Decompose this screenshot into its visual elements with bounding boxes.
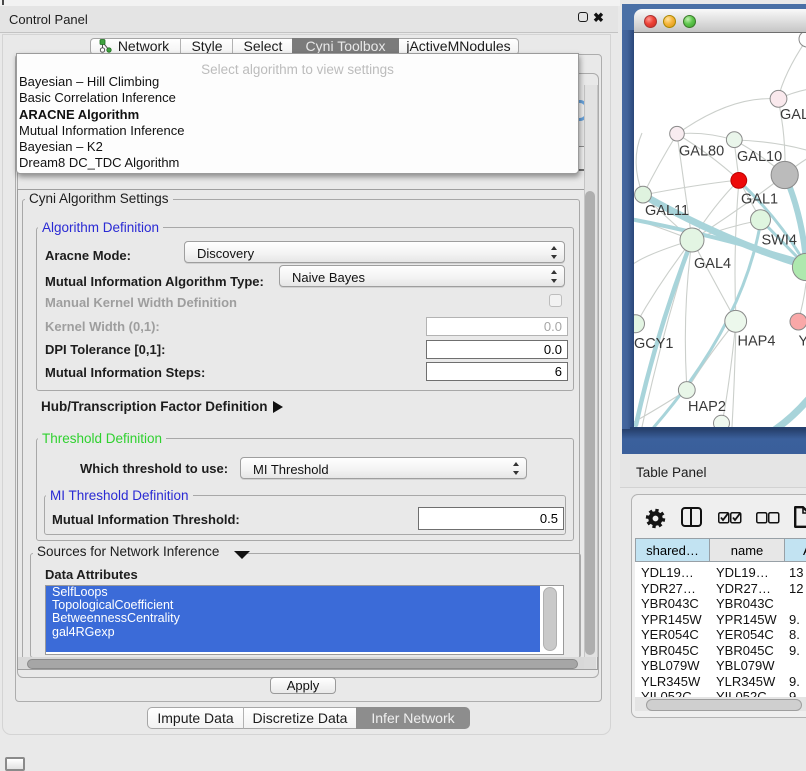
svg-text:GCY1: GCY1 (634, 336, 674, 352)
svg-text:YM: YM (799, 334, 806, 350)
svg-text:GAL11: GAL11 (645, 203, 689, 219)
svg-text:HAP2: HAP2 (688, 399, 726, 415)
svg-text:SWI4: SWI4 (762, 233, 797, 249)
svg-text:GAL80: GAL80 (679, 144, 724, 160)
svg-text:GAL10: GAL10 (737, 149, 782, 165)
svg-text:GAL1: GAL1 (741, 192, 778, 208)
svg-text:GAL4: GAL4 (694, 256, 731, 272)
svg-text:HAP4: HAP4 (738, 334, 776, 350)
svg-text:GAL7: GAL7 (780, 107, 806, 123)
